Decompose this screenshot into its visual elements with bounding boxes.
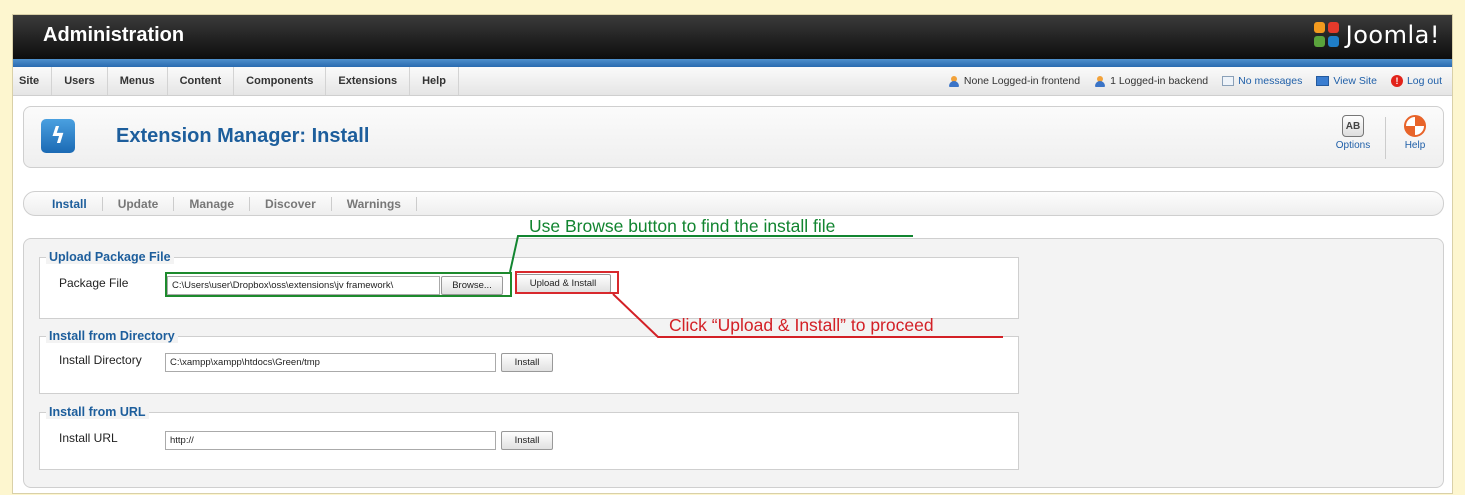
- tab-discover[interactable]: Discover: [250, 196, 332, 211]
- help-button[interactable]: Help: [1391, 115, 1439, 151]
- upload-package-legend: Upload Package File: [46, 250, 174, 264]
- logout-icon: !: [1390, 75, 1403, 87]
- submenu-tabs: Install Update Manage Discover Warnings: [23, 191, 1444, 216]
- package-file-label: Package File: [59, 276, 129, 290]
- install-directory-button[interactable]: Install: [501, 353, 553, 372]
- backend-users-status: 1 Logged-in backend: [1094, 75, 1208, 87]
- frontend-users-status: None Logged-in frontend: [948, 75, 1080, 87]
- joomla-logo-icon: [1313, 22, 1340, 48]
- menu-extensions[interactable]: Extensions: [326, 67, 411, 95]
- help-lifebuoy-icon: [1404, 115, 1426, 137]
- page-title: Extension Manager: Install: [116, 125, 370, 147]
- tab-install[interactable]: Install: [40, 196, 103, 211]
- view-site-link[interactable]: View Site: [1316, 75, 1377, 87]
- tab-warnings[interactable]: Warnings: [332, 196, 417, 211]
- install-directory-legend: Install from Directory: [46, 329, 178, 343]
- browse-highlight-box: [165, 272, 512, 297]
- extension-manager-icon: ϟ: [41, 119, 75, 153]
- menu-content[interactable]: Content: [168, 67, 235, 95]
- options-icon: AB: [1342, 115, 1364, 137]
- admin-header: Administration Joomla!: [13, 15, 1452, 59]
- message-icon: [1222, 76, 1235, 86]
- logout-link[interactable]: ! Log out: [1390, 75, 1442, 87]
- users-icon: [1094, 75, 1106, 87]
- logout-text: Log out: [1406, 75, 1442, 87]
- header-accent-strip: [13, 59, 1452, 67]
- users-icon: [948, 75, 960, 87]
- backend-users-text: 1 Logged-in backend: [1110, 75, 1209, 87]
- header-title: Administration: [43, 24, 185, 46]
- upload-hint-annotation: Click “Upload & Install” to proceed: [669, 315, 934, 335]
- toolbar-box: ϟ Extension Manager: Install AB Options …: [23, 106, 1444, 168]
- menu-components[interactable]: Components: [234, 67, 327, 95]
- tab-update[interactable]: Update: [103, 196, 175, 211]
- status-area: None Logged-in frontend 1 Logged-in back…: [948, 67, 1442, 95]
- install-url-label: Install URL: [59, 431, 118, 445]
- joomla-logo: Joomla!: [1313, 21, 1440, 49]
- menu-users[interactable]: Users: [52, 67, 108, 95]
- view-site-text: View Site: [1333, 75, 1377, 87]
- tab-manage[interactable]: Manage: [174, 196, 251, 211]
- install-url-input[interactable]: http://: [165, 431, 496, 450]
- help-label: Help: [1404, 140, 1426, 151]
- options-label: Options: [1335, 140, 1371, 151]
- admin-window: Administration Joomla! Site Users Menus …: [12, 14, 1453, 494]
- install-directory-fieldset: Install from Directory Install Directory…: [39, 329, 1019, 394]
- install-directory-label: Install Directory: [59, 353, 142, 367]
- messages-link[interactable]: No messages: [1222, 75, 1302, 87]
- screen-icon: [1316, 76, 1330, 86]
- install-directory-input[interactable]: C:\xampp\xampp\htdocs\Green/tmp: [165, 353, 496, 372]
- browse-hint-annotation: Use Browse button to find the install fi…: [529, 216, 836, 236]
- frontend-users-text: None Logged-in frontend: [963, 75, 1081, 87]
- joomla-logo-text: Joomla!: [1345, 21, 1440, 49]
- install-url-button[interactable]: Install: [501, 431, 553, 450]
- upload-highlight-box: [515, 271, 619, 294]
- menu-help[interactable]: Help: [410, 67, 459, 95]
- menu-site[interactable]: Site: [13, 67, 53, 95]
- messages-text: No messages: [1238, 75, 1303, 87]
- menu-menus[interactable]: Menus: [108, 67, 168, 95]
- options-button[interactable]: AB Options: [1329, 115, 1377, 151]
- install-url-legend: Install from URL: [46, 405, 149, 419]
- menu-bar: Site Users Menus Content Components Exte…: [13, 67, 1452, 96]
- install-url-fieldset: Install from URL Install URL http:// Ins…: [39, 405, 1019, 470]
- toolbar-divider: [1385, 117, 1386, 159]
